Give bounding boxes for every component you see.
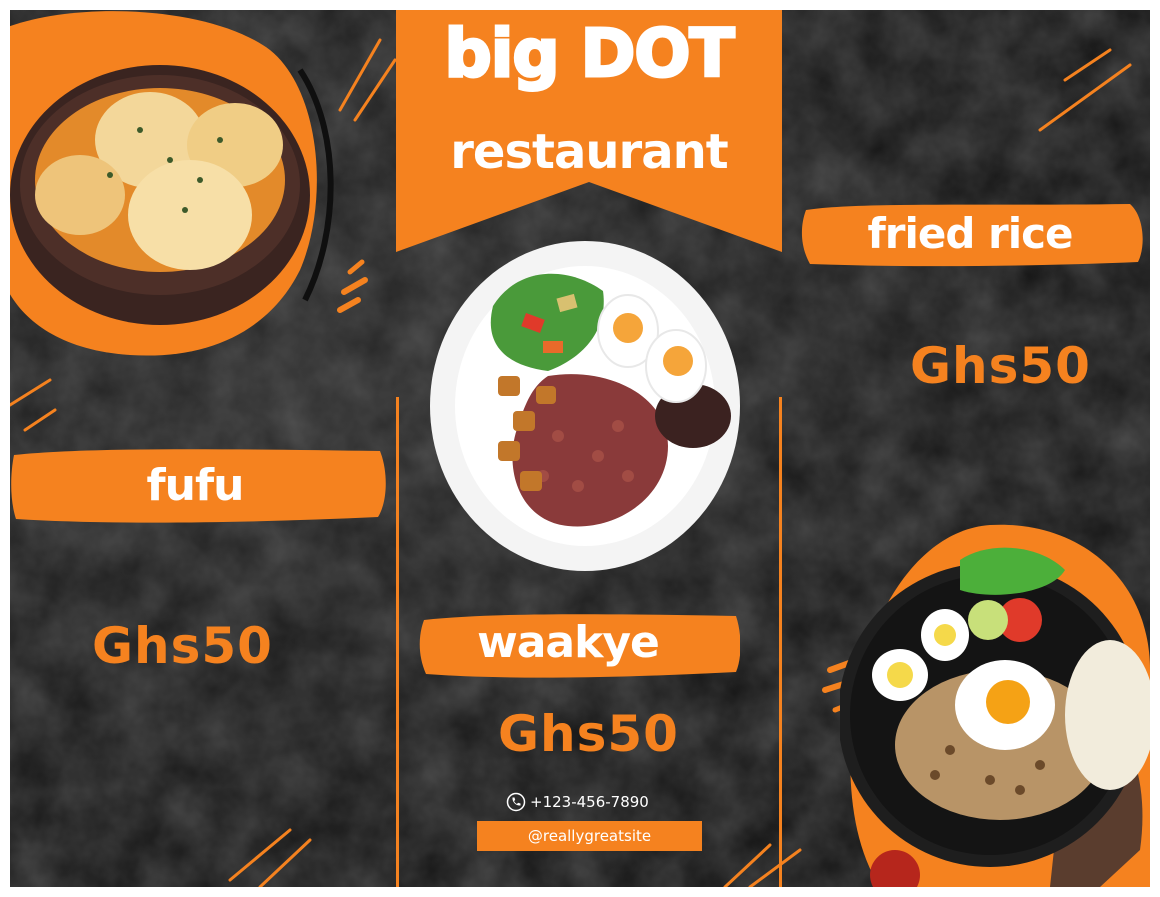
fried-rice-label: fried rice — [867, 209, 1073, 258]
menu-poster: big DOT restaurant fried rice Ghs50 fufu… — [10, 10, 1150, 887]
fried-rice-dish-image — [840, 524, 1150, 887]
website-label: @reallygreatsite — [477, 821, 702, 851]
left-divider — [396, 397, 399, 887]
phone-row: +123-456-7890 — [506, 790, 676, 814]
phone-icon — [506, 792, 526, 812]
restaurant-subtitle: restaurant — [450, 124, 728, 180]
restaurant-name: big DOT — [443, 14, 736, 93]
phone-number: +123-456-7890 — [530, 793, 649, 811]
header-banner: big DOT restaurant — [396, 10, 782, 252]
right-divider — [779, 397, 782, 887]
fufu-label: fufu — [146, 460, 245, 511]
waakye-price: Ghs50 — [498, 705, 679, 763]
fufu-price: Ghs50 — [92, 617, 273, 675]
waakye-label: waakye — [477, 617, 660, 668]
waakye-dish-image — [430, 241, 740, 571]
fried-rice-price: Ghs50 — [910, 337, 1091, 395]
